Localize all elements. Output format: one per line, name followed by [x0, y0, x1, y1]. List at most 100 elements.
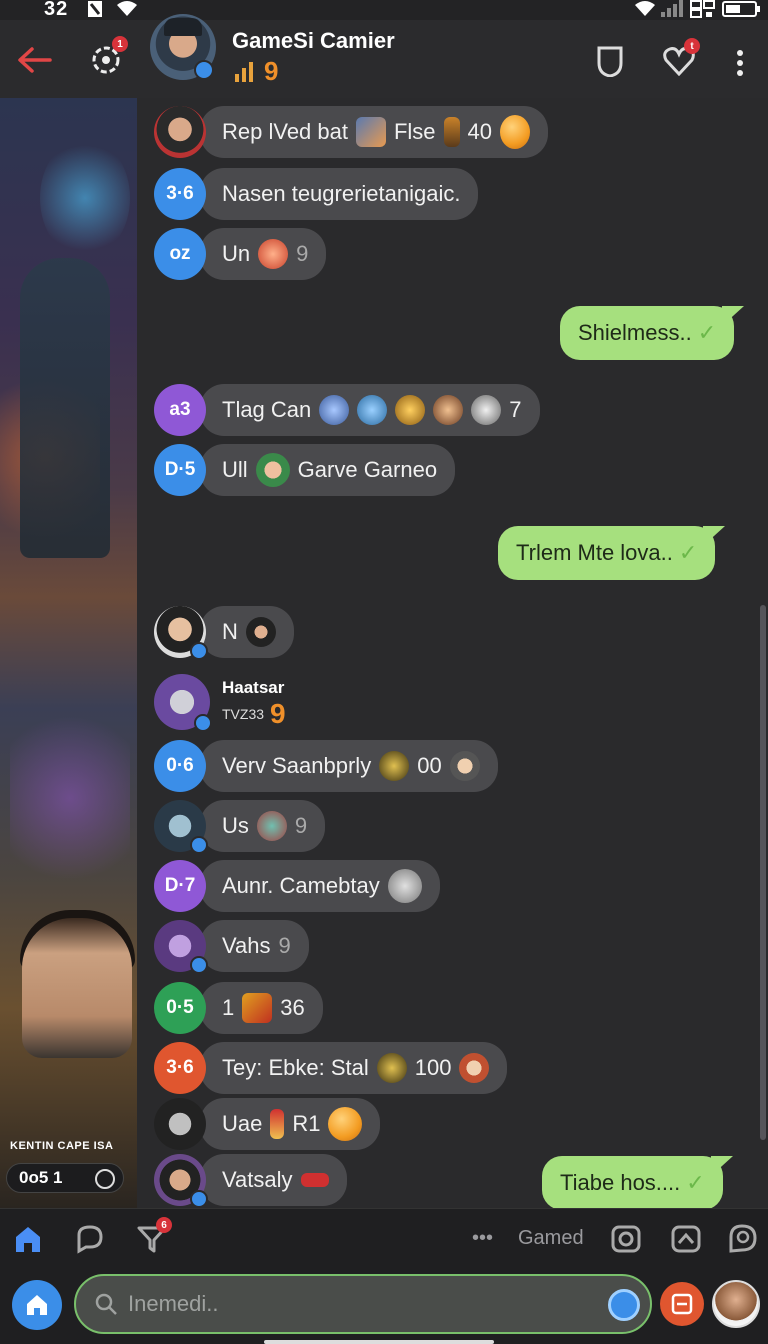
message-bubble: N [200, 606, 294, 658]
message-text: Uae [222, 1111, 263, 1136]
favorite-button[interactable]: t [662, 38, 700, 78]
message-bubble: Verv Saanbprly 00 [200, 740, 498, 792]
more-dots-icon[interactable]: ••• [472, 1227, 493, 1250]
battery-icon [722, 1, 760, 17]
nav-filter[interactable]: 6 [134, 1217, 172, 1257]
avatar-initials: oz [169, 243, 191, 264]
message-row[interactable]: 0·6 Verv Saanbprly 00 [154, 740, 498, 792]
user-avatar[interactable] [154, 920, 208, 974]
chat-title[interactable]: GameSi Camier [232, 28, 395, 54]
message-row[interactable]: D·7 Aunr. Camebtay [154, 860, 440, 912]
message-row[interactable]: Rep lVed bat Flse 40 [154, 106, 549, 158]
outgoing-message[interactable]: Shielmess.. ✓ [560, 306, 745, 360]
filter-badge: 6 [156, 1217, 172, 1233]
message-text: Vatsaly [222, 1167, 293, 1192]
message-text: N [222, 619, 238, 644]
message-extra: Garve Garneo [297, 457, 438, 482]
system-home-indicator[interactable] [264, 1340, 494, 1344]
score-text: 0o5 1 [19, 1168, 63, 1187]
user-avatar[interactable] [154, 674, 212, 732]
game-art-panel: KENTIN CAPE ISA 0o5 1 [0, 98, 137, 1208]
home-button[interactable] [12, 1280, 62, 1330]
message-row[interactable]: 3·6 Tey: Ebke: Stal 100 [154, 1042, 508, 1094]
bottom-nav: 6 ••• Gamed [0, 1208, 768, 1270]
attach-button[interactable] [660, 1282, 704, 1326]
named-post[interactable] [154, 674, 212, 732]
message-row[interactable]: Vahs 9 [154, 920, 309, 974]
message-bubble: 1 36 [200, 982, 323, 1034]
nav-camera[interactable] [608, 1221, 644, 1257]
user-avatar[interactable]: 0·5 [154, 982, 206, 1034]
message-text: Aunr. Camebtay [222, 873, 380, 898]
user-avatar[interactable] [154, 800, 208, 854]
message-row[interactable]: 0·5 1 36 [154, 982, 323, 1034]
camera-icon [611, 1225, 641, 1253]
user-avatar[interactable] [154, 106, 206, 158]
subtitle-glyph: 9 [264, 56, 279, 86]
user-avatar[interactable]: D·7 [154, 860, 206, 912]
chat-header: 32 1 GameSi Camier 9 t [0, 0, 768, 98]
message-row[interactable]: oz Un 9 [154, 228, 327, 280]
user-avatar[interactable] [154, 1154, 208, 1208]
trophy-sticker-icon [376, 1053, 407, 1083]
message-count: 36 [280, 995, 305, 1020]
message-bubble: Un 9 [200, 228, 327, 280]
user-avatar[interactable]: oz [154, 228, 206, 280]
message-row[interactable]: Vatsaly [154, 1154, 347, 1208]
nav-home-outline[interactable] [668, 1221, 704, 1257]
nav-chat[interactable] [72, 1221, 108, 1257]
message-row[interactable]: Uae R1 [154, 1098, 381, 1150]
message-row[interactable]: a3 Tlag Can 7 [154, 384, 540, 436]
user-avatar[interactable]: 3·6 [154, 168, 206, 220]
message-input-box[interactable] [74, 1274, 652, 1334]
group-button[interactable]: 1 [88, 36, 128, 78]
back-button[interactable] [14, 42, 54, 78]
user-avatar[interactable]: a3 [154, 384, 206, 436]
user-avatar[interactable] [154, 1098, 206, 1150]
home-icon [27, 1295, 47, 1315]
message-row[interactable]: D·5 Ull Garve Garneo [154, 444, 456, 496]
message-bubble: Uae R1 [200, 1098, 381, 1150]
chat-subtitle: 9 [234, 56, 278, 87]
dice-sticker-icon [300, 1173, 329, 1187]
message-bubble: Rep lVed bat Flse 40 [200, 106, 549, 158]
search-bubble-icon [729, 1224, 757, 1253]
verified-badge [190, 836, 208, 854]
avatar-initials: 0·6 [166, 755, 194, 776]
chat-icon [77, 1225, 103, 1254]
status-time: 32 [44, 0, 69, 20]
message-input[interactable] [128, 1291, 598, 1317]
message-row[interactable]: Us 9 [154, 800, 326, 854]
nav-label[interactable]: Gamed [518, 1227, 584, 1250]
outgoing-message[interactable]: Trlem Mte lova.. ✓ [498, 526, 726, 580]
outgoing-message[interactable]: Tiabe hos.... ✓ [542, 1156, 733, 1210]
nav-home[interactable] [10, 1221, 46, 1257]
score-pill[interactable]: 0o5 1 [6, 1163, 124, 1193]
message-count: 9 [278, 933, 291, 958]
message-row[interactable]: 3·6 Nasen teugrerietanigaic. [154, 168, 479, 220]
post-author: Haatsar [222, 678, 285, 697]
character-emoji-icon [255, 453, 290, 487]
more-options-button[interactable] [728, 46, 752, 80]
user-avatar[interactable]: 3·6 [154, 1042, 206, 1094]
art-caption: KENTIN CAPE ISA [10, 1140, 114, 1152]
sword-icon [443, 117, 460, 147]
user-avatar[interactable]: D·5 [154, 444, 206, 496]
message-row[interactable]: N [154, 606, 294, 660]
message-text: Nasen teugrerietanigaic. [222, 181, 461, 206]
voice-button[interactable] [608, 1289, 640, 1321]
message-text: Ull [222, 457, 248, 482]
nav-search[interactable] [724, 1221, 760, 1257]
user-avatar[interactable] [154, 606, 208, 660]
contact-avatar[interactable] [150, 14, 216, 80]
message-bubble: Ull Garve Garneo [200, 444, 456, 496]
group-badge: 1 [112, 36, 128, 52]
read-check-icon: ✓ [678, 540, 698, 565]
message-text: 1 [222, 995, 235, 1020]
bookmark-button[interactable] [594, 44, 626, 78]
qr-icon [690, 0, 715, 18]
user-avatar[interactable]: 0·6 [154, 740, 206, 792]
helmet-shape [164, 18, 202, 36]
my-avatar[interactable] [712, 1280, 760, 1328]
chat-scrollbar[interactable] [760, 605, 766, 1140]
